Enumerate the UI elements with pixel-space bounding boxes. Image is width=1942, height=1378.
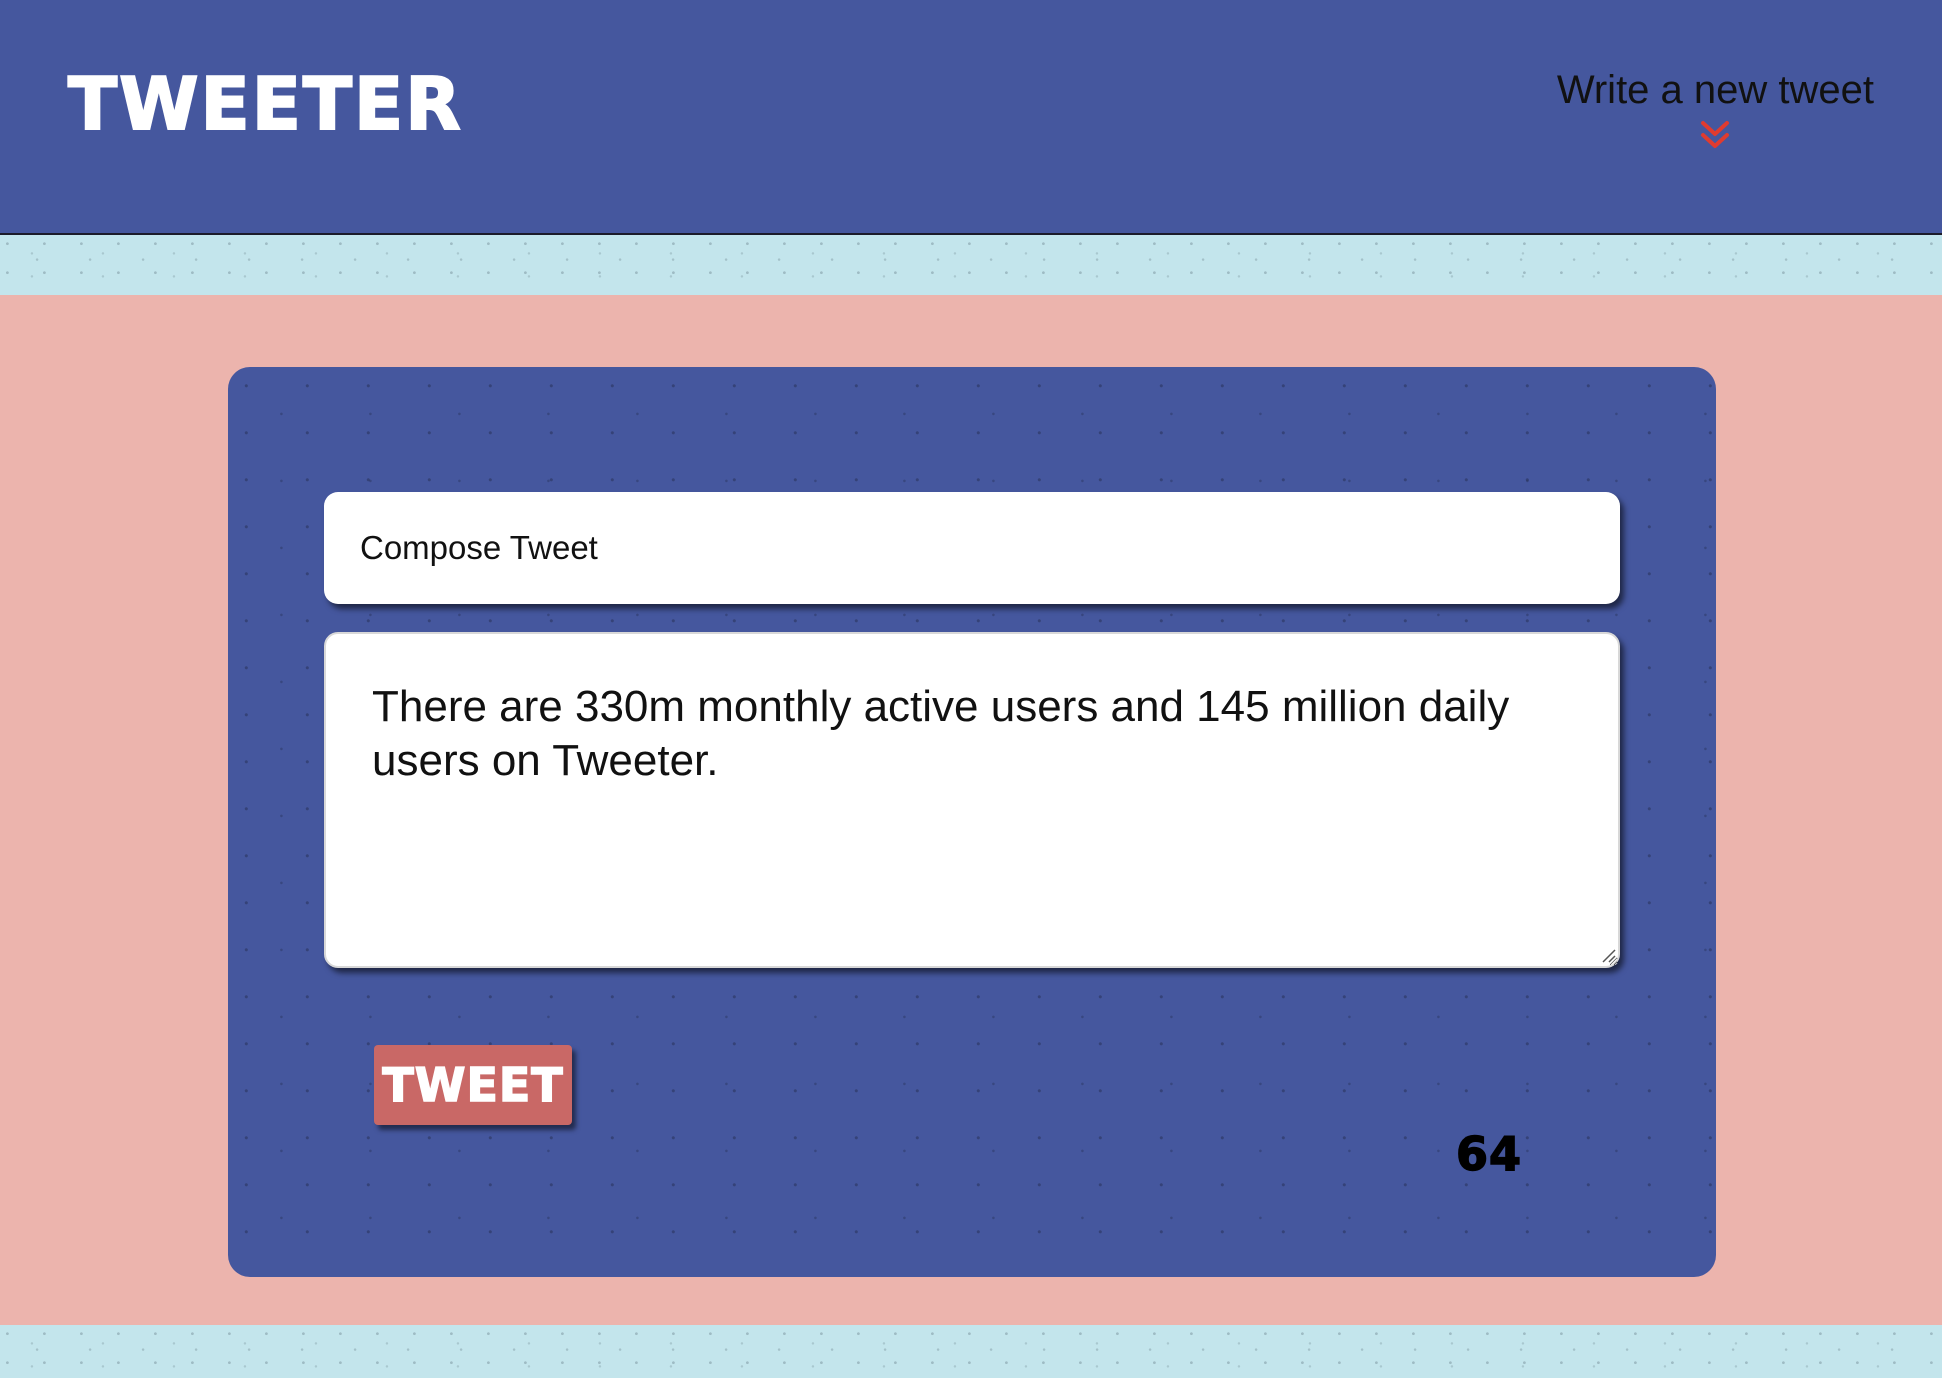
top-background-strip <box>0 235 1942 295</box>
tweet-textarea[interactable] <box>324 632 1620 968</box>
compose-tweet-header: Compose Tweet <box>324 492 1620 604</box>
double-chevron-down-icon[interactable] <box>1698 118 1732 152</box>
site-logo[interactable]: TWEETER <box>67 67 463 141</box>
resize-grip-icon[interactable] <box>1600 947 1616 963</box>
new-tweet-panel: Compose Tweet TWEET 64 <box>228 367 1716 1277</box>
character-counter: 64 <box>1455 1126 1523 1182</box>
compose-tweet-label: Compose Tweet <box>360 529 598 566</box>
write-new-tweet-label[interactable]: Write a new tweet <box>1557 68 1874 112</box>
tweet-submit-button[interactable]: TWEET <box>374 1045 572 1125</box>
write-new-tweet-toggle[interactable]: Write a new tweet <box>1557 68 1874 152</box>
site-header: TWEETER Write a new tweet <box>0 0 1942 235</box>
bottom-background-strip <box>0 1325 1942 1378</box>
